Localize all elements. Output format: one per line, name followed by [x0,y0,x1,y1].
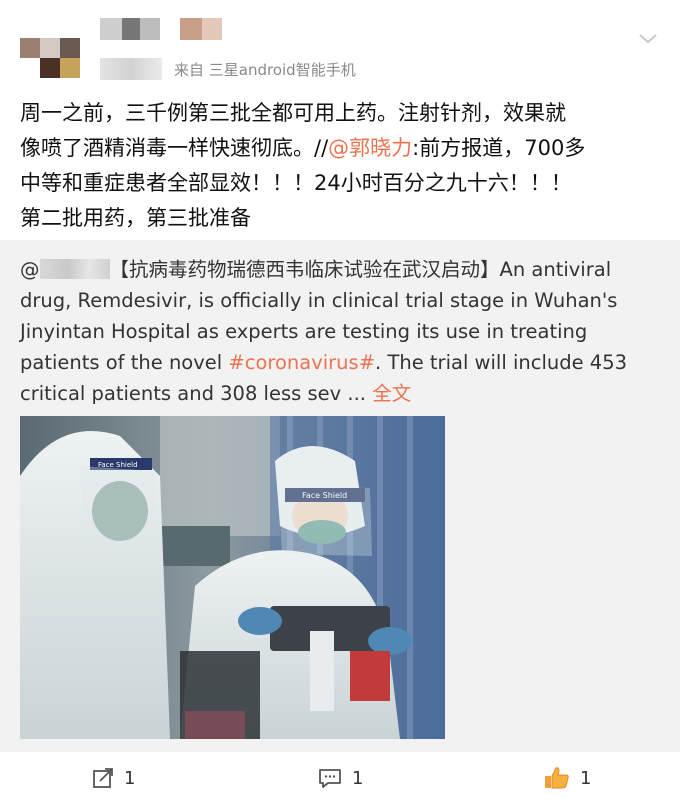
repost-headline: 【抗病毒药物瑞德西韦临床试验在武汉启动】An antiviral [109,258,612,281]
repost-line: @ 【抗病毒药物瑞德西韦临床试验在武汉启动】An antiviral [20,254,660,285]
repost-line-text: critical patients and 308 less sev ... [20,382,373,405]
repost-line: drug, Remdesivir, is officially in clini… [20,289,618,312]
full-text-link[interactable]: 全文 [372,382,411,405]
post-text: 周一之前，三千例第三批全都可用上药。注射针剂，效果就 像喷了酒精消毒一样快速彻底… [20,96,665,236]
like-count: 1 [580,767,592,789]
repost-line-text: . The trial will include 453 [375,351,628,374]
post-meta: 来自 三星android智能手机 [100,58,356,80]
avatar[interactable] [20,38,80,80]
repost-count: 1 [124,767,136,789]
like-button[interactable]: 1 [544,766,591,790]
post-line: 第二批用药，第三批准备 [20,206,251,230]
repost-line: patients of the novel #coronavirus#. The… [20,347,660,378]
post-line: 中等和重症患者全部显效！！！24小时百分之九十六！！！ [20,171,572,195]
chevron-down-icon[interactable] [636,26,660,50]
repost-photo[interactable]: Face Shield Face Shield [20,416,445,739]
username-blurred[interactable] [100,18,240,40]
repost-line-text: patients of the novel [20,351,229,374]
comment-button[interactable]: 1 [318,766,363,790]
repost-button[interactable]: 1 [92,766,135,790]
repost-text: @ 【抗病毒药物瑞德西韦临床试验在武汉启动】An antiviral drug, … [20,254,660,409]
action-bar: 1 1 1 [0,752,680,800]
comment-icon [319,769,341,788]
repost-at-sign: @ [20,258,40,281]
post-line: 像喷了酒精消毒一样快速彻底。//@郭晓力:前方报道，700多 [20,131,665,166]
post-line-text: :前方报道，700多 [412,136,586,160]
photo-illustration: Face Shield Face Shield [20,416,445,739]
post-header: 来自 三星android智能手机 [0,0,680,90]
original-author-blurred[interactable] [39,259,110,279]
repost-icon [93,768,113,788]
hashtag-link[interactable]: #coronavirus# [228,351,375,374]
thumbs-up-icon [545,767,569,789]
repost-line: Jinyintan Hospital as experts are testin… [20,320,588,343]
repost-line: critical patients and 308 less sev ... 全… [20,378,660,409]
post-source: 来自 三星android智能手机 [174,60,356,79]
post-line-text: 像喷了酒精消毒一样快速彻底。// [20,136,329,160]
reposted-card[interactable]: @ 【抗病毒药物瑞德西韦临床试验在武汉启动】An antiviral drug, … [0,240,680,752]
user-mention-link[interactable]: @郭晓力 [328,136,412,160]
comment-count: 1 [352,767,364,789]
post-line: 周一之前，三千例第三批全都可用上药。注射针剂，效果就 [20,101,566,125]
timestamp-blurred [100,58,162,80]
